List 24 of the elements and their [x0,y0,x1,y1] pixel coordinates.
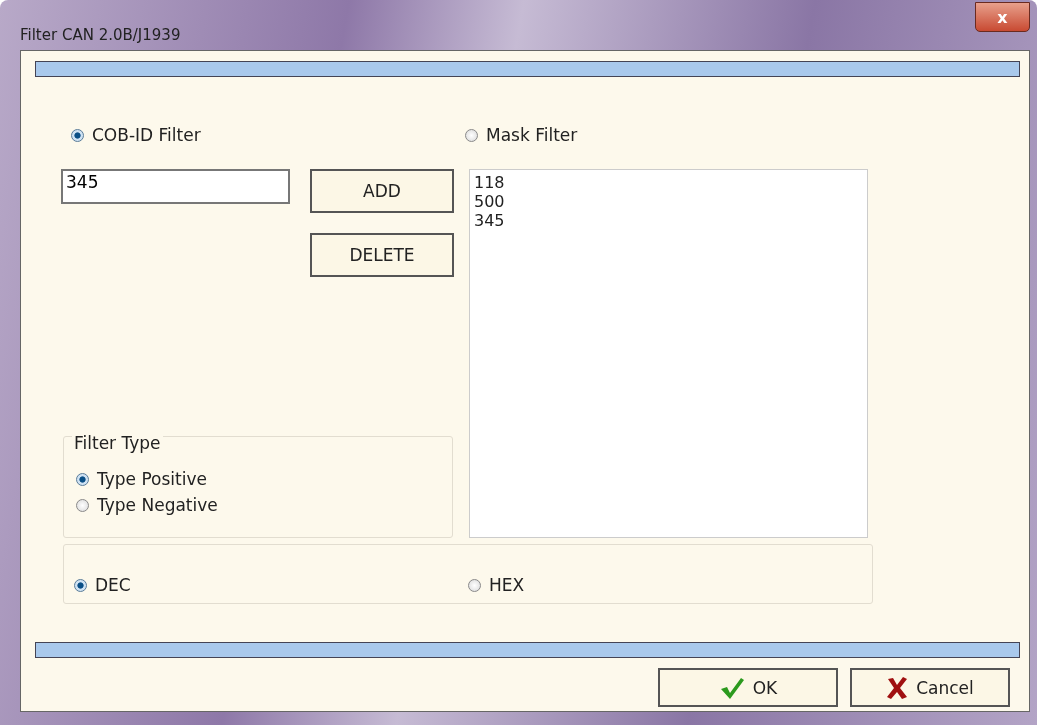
radio-indicator[interactable] [76,498,89,512]
radio-option[interactable]: Type Negative [76,495,218,515]
cross-icon [886,675,909,700]
radio-indicator[interactable] [71,128,84,142]
list-item[interactable]: 118 [474,173,863,192]
radio-indicator[interactable] [76,472,89,486]
edit-button[interactable]: ADD [310,169,454,213]
radio-option[interactable]: Mask Filter [465,125,578,145]
cancel-button[interactable]: Cancel [850,668,1010,707]
window-title: Filter CAN 2.0B/J1939 [20,26,181,44]
edit-button[interactable]: DELETE [310,233,454,277]
radio-indicator[interactable] [74,578,87,592]
id-input-field[interactable]: 345 [61,169,290,204]
radio-indicator[interactable] [468,578,481,592]
radio-indicator[interactable] [465,128,478,142]
radio-option[interactable]: HEX [468,575,525,595]
list-item[interactable]: 345 [474,211,863,230]
check-icon [718,675,745,700]
list-item[interactable]: 500 [474,192,863,211]
group-legend: Filter Type [72,433,163,453]
ok-button[interactable]: OK [658,668,838,707]
radio-option[interactable]: DEC [74,575,131,595]
radio-option[interactable]: Type Positive [76,469,207,489]
radio-option[interactable]: COB-ID Filter [71,125,201,145]
